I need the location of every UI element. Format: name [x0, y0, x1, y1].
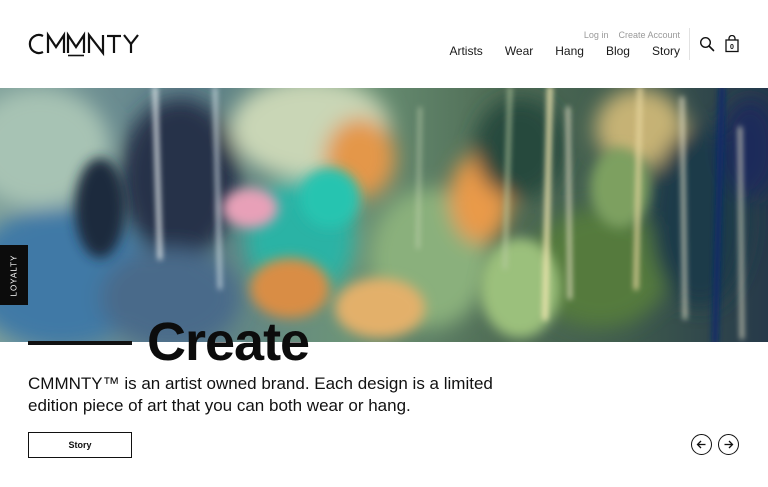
arrow-right-icon — [724, 440, 734, 449]
site-header: Log in Create Account Artists Wear Hang … — [0, 0, 768, 88]
nav-item-wear[interactable]: Wear — [505, 44, 533, 58]
loyalty-tab[interactable]: LOYALTY — [0, 245, 28, 305]
carousel-next-button[interactable] — [718, 434, 739, 455]
headline-rule — [28, 341, 132, 345]
hero-banner-image — [0, 88, 768, 342]
arrow-left-icon — [696, 440, 706, 449]
cmmnty-logo-graphic — [28, 31, 139, 57]
nav-divider — [689, 28, 690, 60]
nav-item-blog[interactable]: Blog — [606, 44, 630, 58]
shopping-bag-icon[interactable]: 0 — [724, 34, 740, 53]
cart-count: 0 — [730, 44, 734, 51]
loyalty-label: LOYALTY — [9, 254, 19, 296]
search-icon[interactable] — [699, 36, 715, 52]
main-nav: Artists Wear Hang Blog Story — [449, 44, 680, 58]
nav-item-hang[interactable]: Hang — [555, 44, 584, 58]
account-links: Log in Create Account — [584, 30, 680, 40]
nav-item-artists[interactable]: Artists — [449, 44, 482, 58]
carousel-prev-button[interactable] — [691, 434, 712, 455]
abstract-painting — [0, 88, 768, 342]
hero-description: CMMNTY™ is an artist owned brand. Each d… — [28, 374, 493, 415]
nav-item-story[interactable]: Story — [652, 44, 680, 58]
create-account-link[interactable]: Create Account — [618, 30, 680, 40]
login-link[interactable]: Log in — [584, 30, 609, 40]
brand-logo[interactable] — [28, 30, 148, 58]
hero-headline: Create — [147, 312, 310, 372]
story-button[interactable]: Story — [28, 432, 132, 458]
